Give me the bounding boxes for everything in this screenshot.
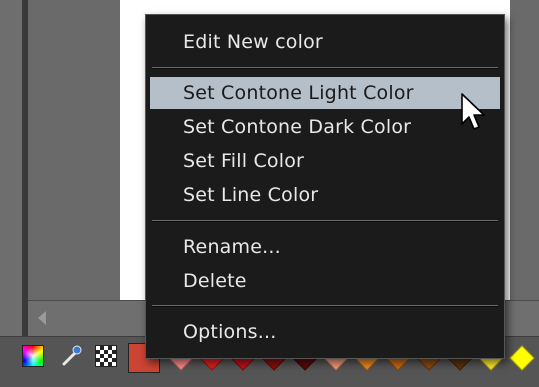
eyedropper-icon[interactable] xyxy=(60,345,82,367)
menu-item-set-contone-dark-color[interactable]: Set Contone Dark Color xyxy=(150,111,500,143)
right-scrollbar[interactable] xyxy=(510,0,539,300)
menu-item-set-line-color[interactable]: Set Line Color xyxy=(150,179,500,211)
menu-item-delete[interactable]: Delete xyxy=(150,265,500,297)
palette-swatch[interactable] xyxy=(509,345,535,371)
no-color-icon[interactable] xyxy=(95,345,117,367)
context-menu: Edit New color Set Contone Light Color S… xyxy=(145,14,505,359)
menu-item-rename[interactable]: Rename... xyxy=(150,231,500,263)
menu-separator xyxy=(152,67,498,69)
side-panel xyxy=(28,0,121,300)
menu-item-set-contone-light-color[interactable]: Set Contone Light Color xyxy=(150,77,500,109)
left-toolbar-strip xyxy=(0,0,23,340)
menu-separator xyxy=(152,305,498,307)
menu-item-set-fill-color[interactable]: Set Fill Color xyxy=(150,145,500,177)
menu-separator xyxy=(152,220,498,222)
scroll-left-arrow-icon[interactable] xyxy=(38,311,46,325)
color-wheel-icon[interactable] xyxy=(22,345,44,367)
menu-item-edit-new-color[interactable]: Edit New color xyxy=(150,26,500,58)
menu-item-options[interactable]: Options... xyxy=(150,316,500,348)
application-window: Edit New color Set Contone Light Color S… xyxy=(0,0,539,387)
